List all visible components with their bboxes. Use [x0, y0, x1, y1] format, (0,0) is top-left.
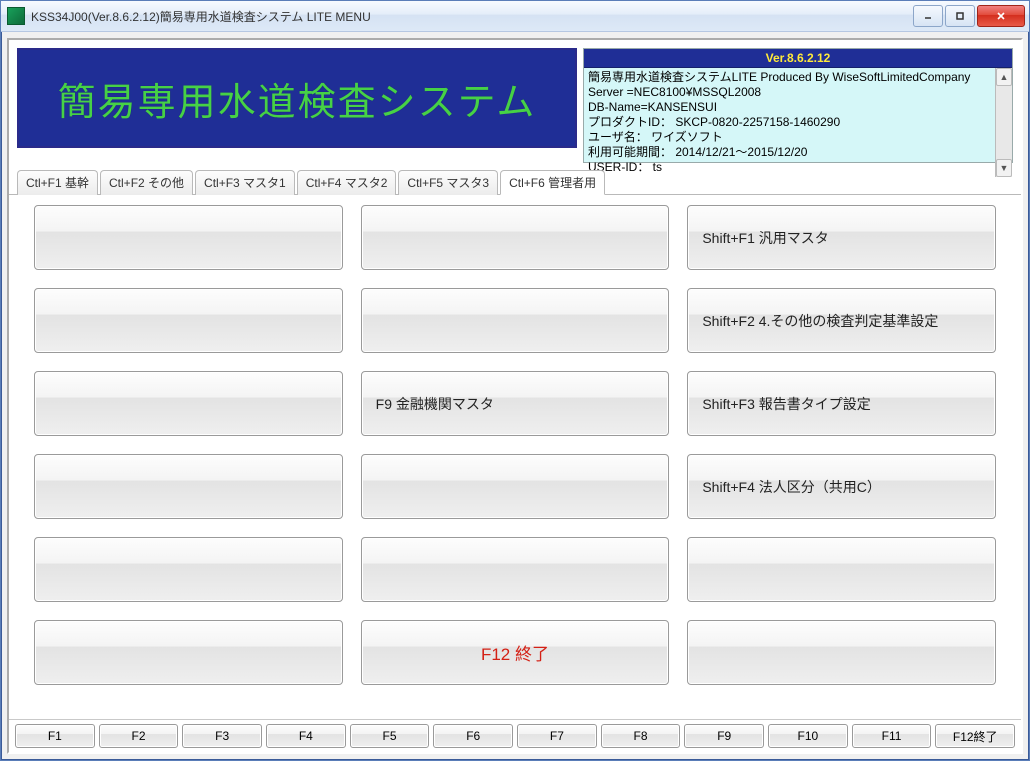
minimize-button[interactable]: [913, 5, 943, 27]
grid-btn-r5c3[interactable]: [687, 537, 996, 602]
grid-btn-r6c1[interactable]: [34, 620, 343, 685]
grid-btn-r3c1[interactable]: [34, 371, 343, 436]
button-grid-area: Shift+F1 汎用マスタ Shift+F2 4.その他の検査判定基準設定 F…: [9, 195, 1021, 719]
info-panel: Ver.8.6.2.12 簡易専用水道検査システムLITE Produced B…: [583, 48, 1013, 163]
info-scrollbar[interactable]: ▲ ▼: [995, 68, 1012, 177]
info-text: 簡易専用水道検査システムLITE Produced By WiseSoftLim…: [584, 68, 995, 177]
app-window: KSS34J00(Ver.8.6.2.12)簡易専用水道検査システム LITE …: [0, 0, 1030, 761]
grid-btn-shift-f4[interactable]: Shift+F4 法人区分（共用C）: [687, 454, 996, 519]
window-controls: [913, 5, 1025, 27]
fkey-f5[interactable]: F5: [350, 724, 430, 748]
fkey-f8[interactable]: F8: [601, 724, 681, 748]
tab-ctl-f2[interactable]: Ctl+F2 その他: [100, 170, 193, 195]
scroll-down-icon[interactable]: ▼: [996, 159, 1012, 177]
header-row: 簡易専用水道検査システム Ver.8.6.2.12 簡易専用水道検査システムLI…: [9, 40, 1021, 167]
grid-btn-f9[interactable]: F9 金融機関マスタ: [361, 371, 670, 436]
app-title-banner: 簡易専用水道検査システム: [17, 48, 577, 148]
grid-btn-r4c1[interactable]: [34, 454, 343, 519]
grid-btn-r1c1[interactable]: [34, 205, 343, 270]
client-area: 簡易専用水道検査システム Ver.8.6.2.12 簡易専用水道検査システムLI…: [7, 38, 1023, 754]
tab-ctl-f3[interactable]: Ctl+F3 マスタ1: [195, 170, 295, 195]
info-body: 簡易専用水道検査システムLITE Produced By WiseSoftLim…: [584, 68, 1012, 177]
fkey-f2[interactable]: F2: [99, 724, 179, 748]
fkey-f4[interactable]: F4: [266, 724, 346, 748]
fkey-f11[interactable]: F11: [852, 724, 932, 748]
fkey-f1[interactable]: F1: [15, 724, 95, 748]
tab-ctl-f6[interactable]: Ctl+F6 管理者用: [500, 170, 605, 195]
fkey-f12[interactable]: F12終了: [935, 724, 1015, 748]
fkey-f7[interactable]: F7: [517, 724, 597, 748]
app-icon: [7, 7, 25, 25]
grid-btn-shift-f2[interactable]: Shift+F2 4.その他の検査判定基準設定: [687, 288, 996, 353]
grid-btn-r5c1[interactable]: [34, 537, 343, 602]
tab-ctl-f4[interactable]: Ctl+F4 マスタ2: [297, 170, 397, 195]
titlebar: KSS34J00(Ver.8.6.2.12)簡易専用水道検査システム LITE …: [1, 1, 1029, 32]
grid-btn-r2c2[interactable]: [361, 288, 670, 353]
fkey-f9[interactable]: F9: [684, 724, 764, 748]
grid-btn-f12-exit[interactable]: F12 終了: [361, 620, 670, 685]
close-button[interactable]: [977, 5, 1025, 27]
button-grid: Shift+F1 汎用マスタ Shift+F2 4.その他の検査判定基準設定 F…: [34, 205, 996, 685]
grid-btn-shift-f1[interactable]: Shift+F1 汎用マスタ: [687, 205, 996, 270]
fkey-f3[interactable]: F3: [182, 724, 262, 748]
window-title: KSS34J00(Ver.8.6.2.12)簡易専用水道検査システム LITE …: [31, 8, 913, 25]
tab-ctl-f1[interactable]: Ctl+F1 基幹: [17, 170, 98, 195]
grid-btn-r2c1[interactable]: [34, 288, 343, 353]
maximize-button[interactable]: [945, 5, 975, 27]
grid-btn-shift-f3[interactable]: Shift+F3 報告書タイプ設定: [687, 371, 996, 436]
tab-ctl-f5[interactable]: Ctl+F5 マスタ3: [398, 170, 498, 195]
fkey-f10[interactable]: F10: [768, 724, 848, 748]
grid-btn-r5c2[interactable]: [361, 537, 670, 602]
grid-btn-r1c2[interactable]: [361, 205, 670, 270]
scroll-up-icon[interactable]: ▲: [996, 68, 1012, 86]
fkey-f6[interactable]: F6: [433, 724, 513, 748]
grid-btn-r4c2[interactable]: [361, 454, 670, 519]
info-version: Ver.8.6.2.12: [584, 49, 1012, 68]
fkey-bar: F1 F2 F3 F4 F5 F6 F7 F8 F9 F10 F11 F12終了: [9, 719, 1021, 752]
grid-btn-r6c3[interactable]: [687, 620, 996, 685]
